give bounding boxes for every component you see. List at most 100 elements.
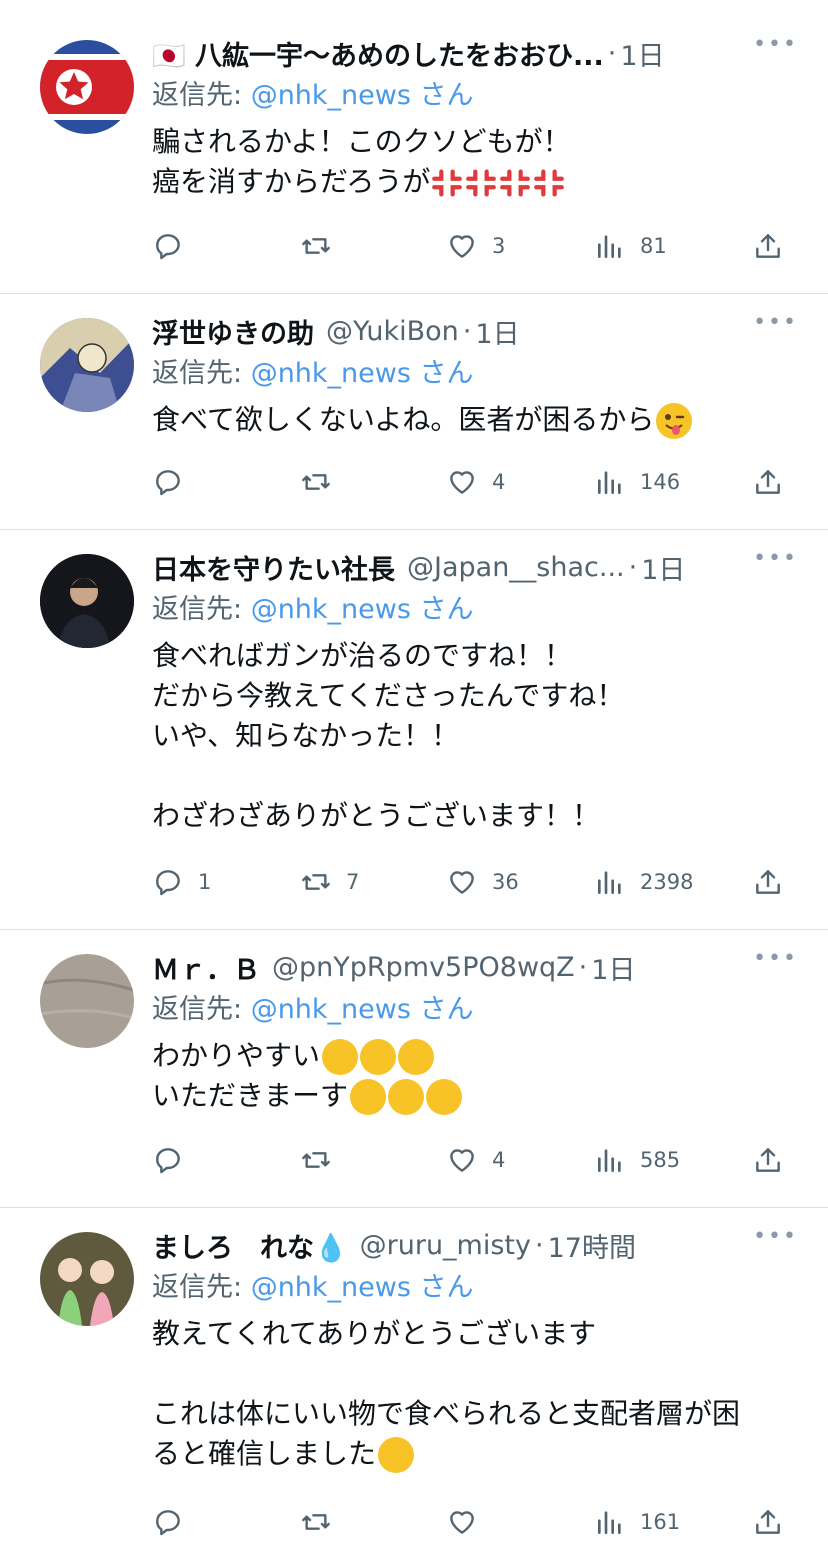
- retweet-button[interactable]: [300, 1506, 346, 1538]
- tweet-header: ましろ れな💧 @ruru_misty · 17時間 •••: [152, 1224, 798, 1266]
- reply-button[interactable]: [152, 230, 198, 262]
- avatar[interactable]: [40, 954, 134, 1048]
- views-count: 146: [640, 470, 681, 494]
- ukiyoe-avatar-icon: [40, 318, 134, 412]
- display-name[interactable]: 🇯🇵 八紘一宇〜あめのしたをおおひ...: [152, 34, 604, 73]
- reply-mention[interactable]: @nhk_news: [251, 1272, 411, 1303]
- retweet-button[interactable]: [300, 466, 346, 498]
- like-icon: [446, 230, 478, 262]
- user-handle[interactable]: @YukiBon: [326, 316, 459, 347]
- tweet-text: 食べればガンが治るのですね！！ だから今教えてくださったんですね！ いや、知らな…: [152, 639, 625, 832]
- timestamp[interactable]: 1日: [475, 312, 519, 351]
- share-button[interactable]: [752, 1144, 784, 1176]
- sand-avatar-icon: [40, 954, 134, 1048]
- views-button[interactable]: 81: [594, 230, 667, 262]
- anime-avatar-icon: [40, 1232, 134, 1326]
- separator: ·: [628, 551, 638, 583]
- anger-emoji-group: [430, 165, 566, 198]
- anger-icon: [500, 169, 531, 197]
- more-icon[interactable]: •••: [753, 946, 798, 971]
- tweet[interactable]: 🇯🇵 八紘一宇〜あめのしたをおおひ... · 1日 ••• 返信先: @nhk_…: [0, 0, 828, 294]
- tweet-header: 日本を守りたい社長 @Japan__shac... · 1日 •••: [152, 546, 798, 588]
- action-bar: 3 81: [152, 230, 792, 270]
- reply-mention[interactable]: @nhk_news: [251, 80, 411, 111]
- person-avatar-icon: [40, 554, 134, 648]
- tweet[interactable]: ましろ れな💧 @ruru_misty · 17時間 ••• 返信先: @nhk…: [0, 1208, 828, 1540]
- retweet-button[interactable]: 7: [300, 866, 359, 898]
- views-button[interactable]: 146: [594, 466, 680, 498]
- like-button[interactable]: 4: [446, 1144, 505, 1176]
- like-button[interactable]: 4: [446, 466, 505, 498]
- timestamp[interactable]: 1日: [641, 548, 685, 587]
- more-icon[interactable]: •••: [753, 546, 798, 571]
- more-icon[interactable]: •••: [753, 1224, 798, 1249]
- tweet-text-line2: いただきまーす: [152, 1079, 349, 1112]
- display-name[interactable]: 日本を守りたい社長: [152, 548, 395, 587]
- like-icon: [446, 1144, 478, 1176]
- share-button[interactable]: [752, 466, 784, 498]
- like-icon: [446, 466, 478, 498]
- display-name[interactable]: ましろ れな💧: [152, 1226, 348, 1265]
- avatar[interactable]: [40, 40, 134, 134]
- reply-button[interactable]: 1: [152, 866, 211, 898]
- retweet-icon: [300, 466, 332, 498]
- like-button[interactable]: [446, 1506, 492, 1538]
- more-icon[interactable]: •••: [753, 32, 798, 57]
- views-button[interactable]: 2398: [594, 866, 693, 898]
- retweet-button[interactable]: [300, 230, 346, 262]
- action-bar: 4 146: [152, 466, 792, 506]
- reply-mention[interactable]: @nhk_news: [251, 994, 411, 1025]
- reply-context: 返信先: @nhk_news さん: [152, 352, 798, 396]
- reply-button[interactable]: [152, 466, 198, 498]
- retweet-icon: [300, 1144, 332, 1176]
- tweet-text-content: 教えてくれてありがとうございます これは体にいい物で食べられると支配者層が困 る…: [152, 1317, 741, 1470]
- tweet-header: Ｍｒ．Ｂ @pnYpRpmv5PO8wqZ · 1日 •••: [152, 946, 798, 988]
- avatar[interactable]: [40, 1232, 134, 1326]
- views-icon: [594, 866, 626, 898]
- reply-suffix: さん: [410, 1272, 474, 1303]
- rolling-laughing-emoji-icon: [398, 1039, 435, 1075]
- reply-mention[interactable]: @nhk_news: [251, 594, 411, 625]
- user-handle[interactable]: @ruru_misty: [360, 1230, 531, 1261]
- reply-suffix: さん: [410, 594, 474, 625]
- retweet-button[interactable]: [300, 1144, 346, 1176]
- tweet-header: 浮世ゆきの助 @YukiBon · 1日 •••: [152, 310, 798, 352]
- reply-mention[interactable]: @nhk_news: [251, 358, 411, 389]
- tweet[interactable]: 日本を守りたい社長 @Japan__shac... · 1日 ••• 返信先: …: [0, 530, 828, 930]
- avatar[interactable]: [40, 554, 134, 648]
- views-icon: [594, 1506, 626, 1538]
- like-count: 4: [492, 1148, 506, 1172]
- reply-button[interactable]: [152, 1506, 198, 1538]
- share-button[interactable]: [752, 1506, 784, 1538]
- share-button[interactable]: [752, 230, 784, 262]
- display-name[interactable]: 浮世ゆきの助: [152, 312, 314, 351]
- reply-prefix: 返信先:: [152, 80, 251, 111]
- like-button[interactable]: 36: [446, 866, 519, 898]
- views-count: 2398: [640, 870, 694, 894]
- separator: ·: [462, 315, 472, 347]
- timestamp[interactable]: 1日: [591, 948, 635, 987]
- display-name[interactable]: Ｍｒ．Ｂ: [152, 948, 260, 987]
- more-icon[interactable]: •••: [753, 310, 798, 335]
- timestamp[interactable]: 1日: [620, 34, 664, 73]
- action-bar: 1 7 36 2398: [152, 866, 792, 906]
- tweet-text: わかりやすい いただきまーす: [152, 1036, 798, 1116]
- timestamp[interactable]: 17時間: [548, 1226, 636, 1265]
- share-button[interactable]: [752, 866, 784, 898]
- like-button[interactable]: 3: [446, 230, 505, 262]
- tweet-text: 教えてくれてありがとうございます これは体にいい物で食べられると支配者層が困 る…: [152, 1314, 798, 1474]
- reply-context: 返信先: @nhk_news さん: [152, 988, 798, 1032]
- avatar[interactable]: [40, 318, 134, 412]
- reply-prefix: 返信先:: [152, 358, 251, 389]
- user-handle[interactable]: @pnYpRpmv5PO8wqZ: [272, 952, 575, 983]
- user-handle[interactable]: @Japan__shac...: [407, 552, 625, 583]
- reply-icon: [152, 1506, 184, 1538]
- reply-button[interactable]: [152, 1144, 198, 1176]
- tweet[interactable]: Ｍｒ．Ｂ @pnYpRpmv5PO8wqZ · 1日 ••• 返信先: @nhk…: [0, 930, 828, 1208]
- reply-suffix: さん: [410, 358, 474, 389]
- reply-suffix: さん: [410, 994, 474, 1025]
- tweet[interactable]: 浮世ゆきの助 @YukiBon · 1日 ••• 返信先: @nhk_news …: [0, 294, 828, 530]
- views-button[interactable]: 585: [594, 1144, 680, 1176]
- views-button[interactable]: 161: [594, 1506, 680, 1538]
- views-count: 161: [640, 1510, 681, 1534]
